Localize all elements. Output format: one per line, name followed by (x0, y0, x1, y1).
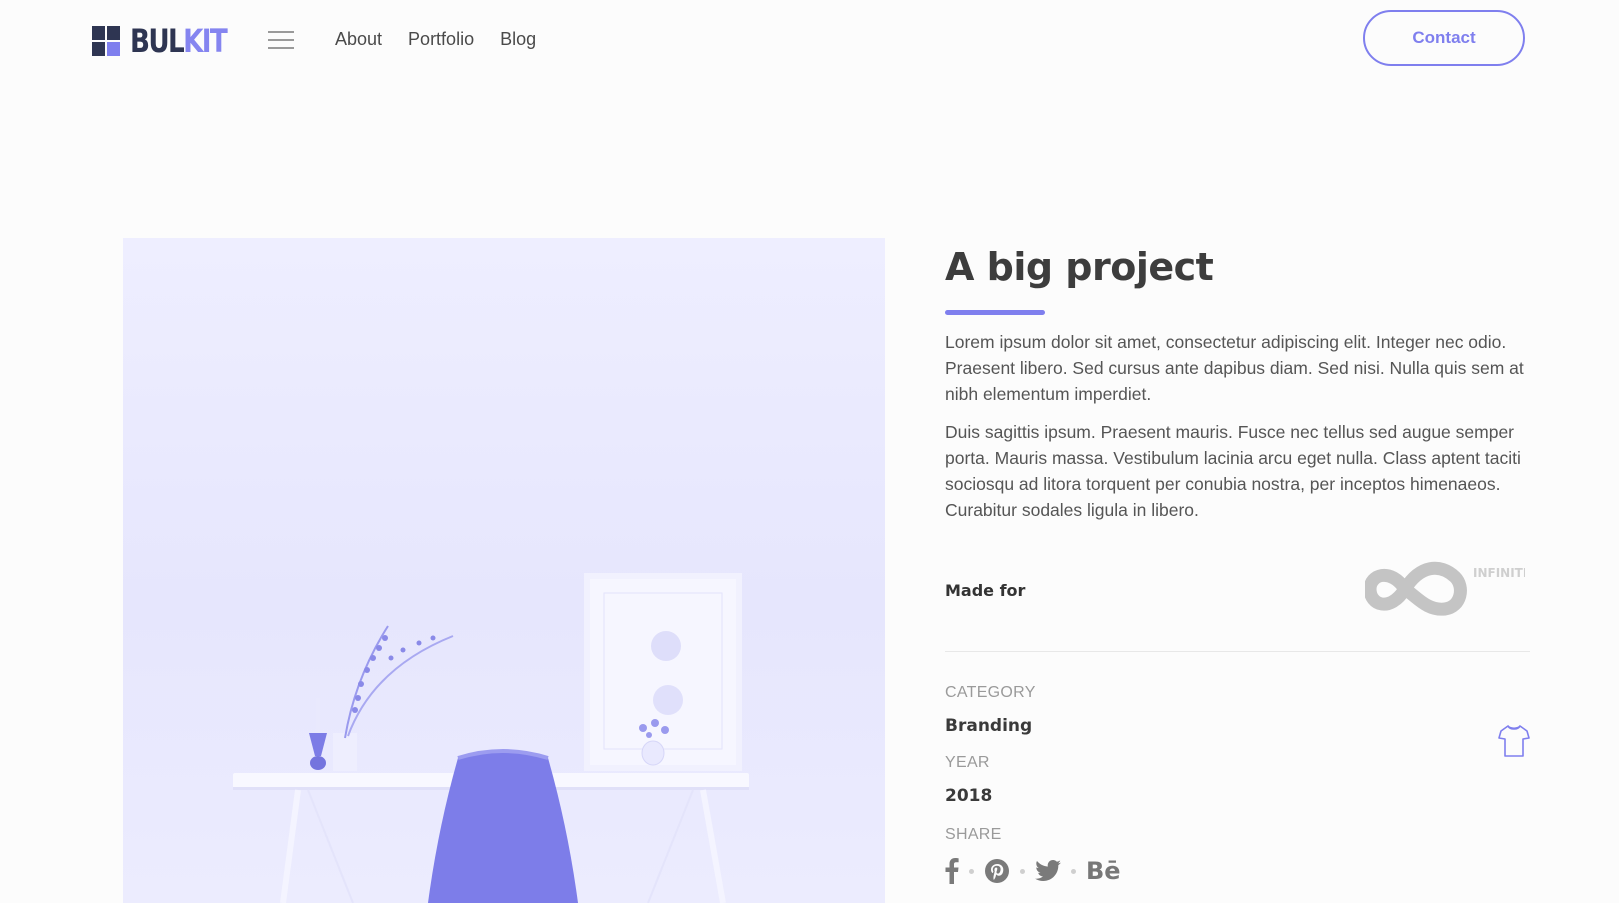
logo-text: BULKIT (130, 22, 228, 60)
category-label: CATEGORY (945, 684, 1036, 701)
client-logo-icon: INFINITE (1365, 561, 1525, 616)
project-description-2: Duis sagittis ipsum. Praesent mauris. Fu… (945, 422, 1521, 520)
section-divider (945, 651, 1530, 652)
desk-scene-illustration (233, 573, 749, 903)
project-description-1: Lorem ipsum dolor sit amet, consectetur … (945, 332, 1524, 404)
year-label: YEAR (945, 754, 990, 771)
title-underline (945, 310, 1045, 315)
nav-link-blog[interactable]: Blog (500, 29, 536, 50)
project-title: A big project (945, 245, 1214, 289)
hamburger-icon[interactable] (268, 31, 294, 49)
pinterest-icon[interactable] (984, 858, 1010, 884)
contact-button[interactable]: Contact (1363, 10, 1525, 66)
year-value: 2018 (945, 786, 993, 806)
project-details: A big project Lorem ipsum dolor sit amet… (945, 238, 1530, 886)
brand-logo[interactable]: BULKIT (92, 25, 247, 57)
navbar: BULKIT About Portfolio Blog Contact (0, 0, 1619, 80)
made-for-row: Made for INFINITE (945, 547, 1530, 637)
nav-links: About Portfolio Blog (335, 29, 536, 50)
client-logo-text: INFINITE (1473, 566, 1525, 580)
share-separator (1020, 868, 1025, 874)
twitter-icon[interactable] (1035, 860, 1061, 882)
nav-link-portfolio[interactable]: Portfolio (408, 29, 474, 50)
category-value: Branding (945, 716, 1033, 736)
share-separator (1071, 868, 1076, 874)
nav-link-about[interactable]: About (335, 29, 382, 50)
made-for-label: Made for (945, 581, 1026, 600)
tshirt-icon (1498, 725, 1530, 757)
project-image (123, 238, 885, 903)
share-label: SHARE (945, 826, 1002, 843)
share-separator (969, 868, 974, 874)
facebook-icon[interactable] (945, 858, 959, 884)
behance-icon[interactable]: Bē (1086, 857, 1121, 885)
share-links: Bē (945, 856, 1530, 886)
logo-mark-icon (92, 26, 120, 56)
